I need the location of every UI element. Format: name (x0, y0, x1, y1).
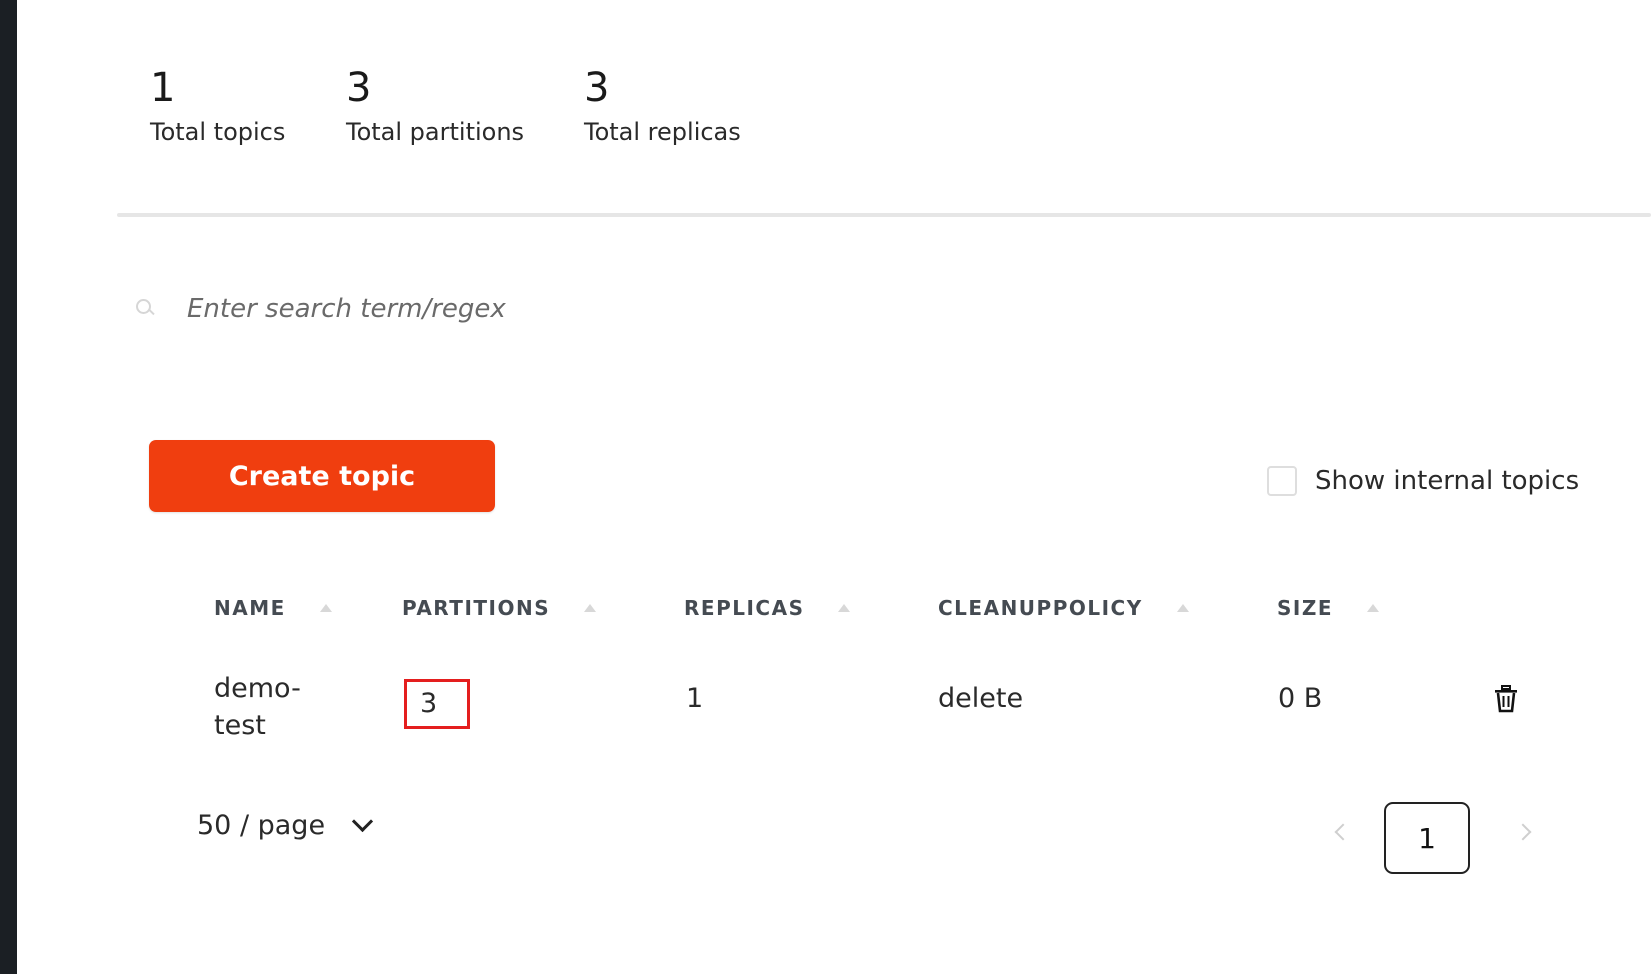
chevron-down-icon (351, 810, 374, 833)
stat-value: 3 (346, 65, 372, 111)
page-size-select[interactable]: 50 / page (197, 810, 374, 841)
column-header-size[interactable]: SIZE (1277, 596, 1380, 620)
stat-label: Total topics (150, 118, 286, 146)
show-internal-topics-toggle[interactable]: Show internal topics (1267, 466, 1579, 496)
column-label: PARTITIONS (402, 596, 551, 620)
stat-label: Total partitions (346, 118, 525, 146)
topics-card: 1 Total topics 3 Total partitions 3 Tota… (117, 0, 1651, 974)
stat-total-partitions: 3 Total partitions (346, 62, 524, 148)
topic-name-link[interactable]: demo-test (214, 670, 324, 744)
page-size-value: 50 / page (197, 810, 326, 841)
stat-label: Total replicas (584, 118, 741, 146)
search-input[interactable] (185, 293, 1089, 325)
stat-total-topics: 1 Total topics (150, 62, 285, 148)
cleanup-policy-cell: delete (938, 683, 1024, 714)
show-internal-label: Show internal topics (1315, 466, 1580, 496)
size-cell: 0 B (1278, 683, 1323, 714)
column-label: CLEANUPPOLICY (938, 596, 1143, 620)
column-header-name[interactable]: NAME (214, 596, 332, 620)
partitions-cell: 3 (404, 679, 470, 729)
stat-value: 3 (584, 65, 610, 111)
stat-total-replicas: 3 Total replicas (584, 62, 741, 148)
sort-icon[interactable] (1367, 604, 1380, 612)
next-page-icon[interactable] (1514, 823, 1532, 841)
sort-icon[interactable] (319, 604, 332, 612)
page-1-button[interactable]: 1 (1384, 802, 1470, 874)
show-internal-checkbox[interactable] (1267, 466, 1297, 496)
prev-page-icon[interactable] (1334, 823, 1352, 841)
left-sidebar-edge (0, 0, 17, 974)
sort-icon[interactable] (1176, 604, 1189, 612)
stats-divider (117, 213, 1651, 217)
column-header-partitions[interactable]: PARTITIONS (402, 596, 597, 620)
search-icon (133, 296, 159, 322)
stat-value: 1 (150, 65, 176, 111)
column-label: REPLICAS (684, 596, 805, 620)
column-header-replicas[interactable]: REPLICAS (684, 596, 851, 620)
replicas-cell: 1 (686, 683, 704, 714)
topics-page: 1 Total topics 3 Total partitions 3 Tota… (17, 0, 1651, 974)
column-header-cleanuppolicy[interactable]: CLEANUPPOLICY (938, 596, 1189, 620)
sort-icon[interactable] (838, 604, 851, 612)
trash-icon[interactable] (1493, 684, 1519, 714)
create-topic-button[interactable]: Create topic (149, 440, 495, 512)
column-label: SIZE (1277, 596, 1334, 620)
sort-icon[interactable] (584, 604, 597, 612)
search-bar (127, 283, 1127, 335)
column-label: NAME (214, 596, 286, 620)
